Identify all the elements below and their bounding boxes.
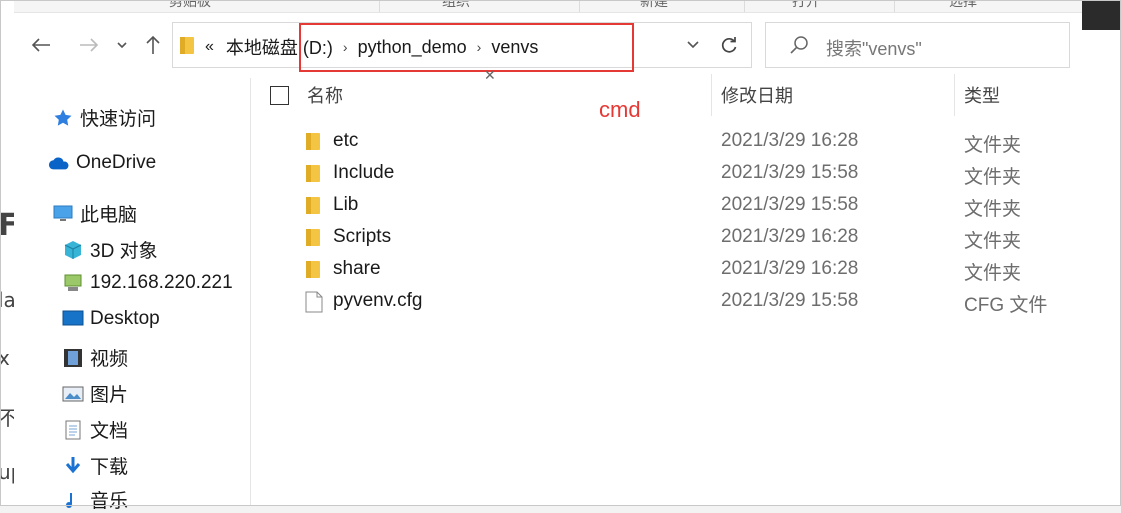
file-row[interactable]: etc 2021/3/29 16:28 文件夹 xyxy=(250,125,1082,157)
music-icon xyxy=(62,489,84,511)
forward-button[interactable] xyxy=(74,30,104,60)
file-row[interactable]: pyvenv.cfg 2021/3/29 15:58 CFG 文件 xyxy=(250,285,1082,317)
nav-item-music[interactable]: 音乐 xyxy=(62,486,128,513)
file-name: share xyxy=(333,258,381,279)
file-name: pyvenv.cfg xyxy=(333,290,423,311)
file-date: 2021/3/29 16:28 xyxy=(721,130,859,151)
file-name: etc xyxy=(333,130,359,151)
search-icon xyxy=(790,36,808,54)
refresh-button[interactable] xyxy=(707,22,752,68)
file-icon xyxy=(305,291,323,313)
nav-item-documents[interactable]: 文档 xyxy=(62,416,128,443)
column-header-name[interactable]: 名称 xyxy=(307,78,343,112)
ribbon-label-open: 打开 xyxy=(792,0,820,10)
up-button[interactable] xyxy=(140,30,166,60)
folder-icon xyxy=(306,229,320,246)
refresh-icon xyxy=(721,37,737,53)
file-date: 2021/3/29 16:28 xyxy=(721,258,859,279)
file-type: 文件夹 xyxy=(964,231,1022,252)
address-history-chevron-down-icon[interactable] xyxy=(686,35,700,55)
breadcrumb-overflow-button[interactable]: « xyxy=(205,38,214,56)
recent-locations-button[interactable] xyxy=(112,30,132,60)
background-window-right xyxy=(1082,0,1121,506)
video-icon xyxy=(62,347,84,369)
file-date: 2021/3/29 15:58 xyxy=(721,290,859,311)
ribbon-label-clipboard: 剪贴板 xyxy=(169,0,211,10)
nav-item-pictures[interactable]: 图片 xyxy=(62,380,128,407)
column-divider[interactable] xyxy=(954,74,955,116)
file-type: 文件夹 xyxy=(964,263,1022,284)
annotation-text: cmd xyxy=(599,97,641,122)
folder-icon xyxy=(306,197,320,214)
file-type: CFG 文件 xyxy=(964,295,1048,316)
cloud-icon xyxy=(48,152,70,174)
file-name: Lib xyxy=(333,194,359,215)
nav-item-desktop[interactable]: Desktop xyxy=(62,308,160,330)
nav-item-onedrive[interactable]: OneDrive xyxy=(48,152,156,174)
file-type: 文件夹 xyxy=(964,135,1022,156)
nav-item-videos[interactable]: 视频 xyxy=(62,344,128,371)
document-icon xyxy=(62,419,84,441)
background-document: Fi la x 不 up xyxy=(0,0,14,506)
ribbon-label-organize: 组织 xyxy=(442,0,470,10)
picture-icon xyxy=(62,383,84,405)
folder-icon xyxy=(180,37,194,54)
computer-icon xyxy=(52,203,74,225)
cube-icon xyxy=(62,239,84,261)
nav-item-this-pc[interactable]: 此电脑 xyxy=(52,200,137,227)
file-date: 2021/3/29 16:28 xyxy=(721,226,859,247)
search-placeholder: 搜索"venvs" xyxy=(826,39,922,59)
select-all-checkbox[interactable] xyxy=(270,86,289,105)
chevron-down-icon xyxy=(117,42,127,49)
back-button[interactable] xyxy=(26,30,56,60)
nav-item-quick-access[interactable]: 快速访问 xyxy=(52,104,156,131)
download-icon xyxy=(62,455,84,477)
file-explorer-window: 剪贴板 组织 新建 打开 选择 « 本地磁盘 (D:) › python_dem… xyxy=(14,0,1082,512)
ribbon-label-new: 新建 xyxy=(640,0,668,10)
annotation-highlight-box xyxy=(299,23,634,72)
folder-icon xyxy=(306,261,320,278)
nav-item-3d-objects[interactable]: 3D 对象 xyxy=(62,236,158,263)
file-row[interactable]: Lib 2021/3/29 15:58 文件夹 xyxy=(250,189,1082,221)
file-name: Include xyxy=(333,162,395,183)
column-header-date[interactable]: 修改日期 xyxy=(721,78,793,112)
file-row[interactable]: Include 2021/3/29 15:58 文件夹 xyxy=(250,157,1082,189)
network-drive-icon xyxy=(62,272,84,294)
file-row[interactable]: Scripts 2021/3/29 16:28 文件夹 xyxy=(250,221,1082,253)
file-type: 文件夹 xyxy=(964,167,1022,188)
sort-caret-icon: ✕ xyxy=(484,68,496,84)
file-date: 2021/3/29 15:58 xyxy=(721,162,859,183)
nav-item-network-location[interactable]: 192.168.220.221 xyxy=(62,272,233,294)
star-icon xyxy=(52,107,74,129)
ribbon-label-select: 选择 xyxy=(949,0,977,10)
column-header-type[interactable]: 类型 xyxy=(964,78,1000,112)
folder-icon xyxy=(306,133,320,150)
arrow-left-icon xyxy=(31,38,50,52)
file-name: Scripts xyxy=(333,226,392,247)
search-box[interactable]: 搜索"venvs" xyxy=(765,22,1070,68)
file-date: 2021/3/29 15:58 xyxy=(721,194,859,215)
nav-item-downloads[interactable]: 下载 xyxy=(62,452,128,479)
desktop-icon xyxy=(62,308,84,330)
navigation-pane: 快速访问 OneDrive 此电脑 3D 对象 192.168.220.221 … xyxy=(14,78,251,512)
column-divider[interactable] xyxy=(711,74,712,116)
file-type: 文件夹 xyxy=(964,199,1022,220)
ribbon-group-labels: 剪贴板 组织 新建 打开 选择 xyxy=(14,0,1082,13)
folder-icon xyxy=(306,165,320,182)
arrow-up-icon xyxy=(146,35,160,54)
arrow-right-icon xyxy=(80,38,99,52)
file-row[interactable]: share 2021/3/29 16:28 文件夹 xyxy=(250,253,1082,285)
